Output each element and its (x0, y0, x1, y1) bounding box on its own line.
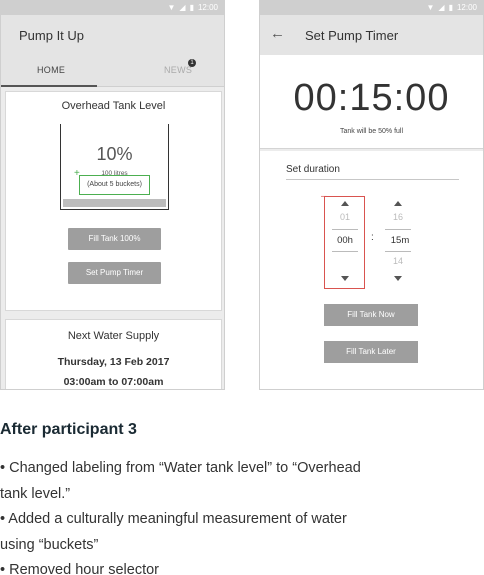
supply-time: 03:00am to 07:00am (63, 376, 164, 388)
app-bar: Pump It Up (1, 15, 224, 55)
water-supply-card: Next Water Supply Thursday, 13 Feb 2017 … (5, 319, 222, 389)
battery-icon: ▮ (189, 3, 194, 12)
tank-percent: 10% (96, 144, 133, 164)
screen-title: Set Pump Timer (305, 28, 399, 43)
status-time: 12:00 (456, 3, 477, 12)
fill-tank-later-button[interactable]: Fill Tank Later (324, 341, 418, 363)
minute-up-icon[interactable] (394, 201, 402, 206)
battery-icon: ▮ (448, 3, 453, 12)
duration-section: Set duration – 01 00h : 16 15m 14 Fill T… (260, 151, 483, 389)
timer-value: 00:15:00 (293, 77, 450, 119)
hour-value[interactable]: 00h (330, 235, 360, 246)
status-bar: ▼ ◢ ▮ 12:00 (260, 1, 483, 15)
minute-prev: 16 (392, 212, 403, 222)
tank-fill (63, 199, 166, 207)
divider (286, 179, 459, 180)
hour-line-bottom (332, 251, 358, 252)
time-separator: : (371, 232, 374, 243)
timer-note: Tank will be 50% full (339, 128, 404, 135)
wifi-icon: ▼ (167, 3, 176, 12)
hour-up-icon[interactable] (341, 201, 349, 206)
fill-tank-now-button[interactable]: Fill Tank Now (324, 304, 418, 326)
minute-down-icon[interactable] (394, 276, 402, 281)
timer-display: 00:15:00 Tank will be 50% full (260, 55, 483, 149)
supply-card-title: Next Water Supply (67, 330, 160, 342)
minute-line-bottom (385, 251, 411, 252)
tank-level-card: Overhead Tank Level 10% 100 litres + (Ab… (5, 91, 222, 311)
minute-next: 14 (392, 256, 403, 266)
tab-bar: HOME NEWS 1 (1, 55, 224, 87)
timer-screen-mockup: ▼ ◢ ▮ 12:00 ← Set Pump Timer 00:15:00 Ta… (259, 0, 484, 390)
tank-graphic: 10% 100 litres + (About 5 buckets) (60, 124, 169, 210)
fill-tank-button[interactable]: Fill Tank 100% (68, 228, 161, 250)
caption-bullet: • Added a culturally meaningful measurem… (0, 511, 351, 553)
tab-news[interactable]: NEWS (164, 65, 192, 75)
arrow-left-icon[interactable]: ← (270, 25, 285, 42)
tank-card-title: Overhead Tank Level (61, 100, 166, 112)
hour-prev: 01 (339, 212, 350, 222)
tab-active-indicator (1, 85, 97, 87)
wifi-icon: ▼ (426, 3, 435, 12)
minute-value[interactable]: 15m (385, 235, 415, 246)
tank-buckets-label: (About 5 buckets) (79, 175, 150, 195)
duration-label: Set duration (286, 164, 340, 175)
app-bar: ← Set Pump Timer (260, 15, 483, 55)
app-title: Pump It Up (19, 28, 85, 43)
news-badge: 1 (188, 59, 196, 67)
set-pump-timer-button[interactable]: Set Pump Timer (68, 262, 161, 284)
supply-date: Thursday, 13 Feb 2017 (57, 356, 170, 368)
home-screen-mockup: ▼ ◢ ▮ 12:00 Pump It Up HOME NEWS 1 Overh… (0, 0, 225, 390)
hour-down-icon[interactable] (341, 276, 349, 281)
signal-icon: ◢ (438, 3, 445, 12)
caption-bullets: • Changed labeling from “Water tank leve… (0, 456, 380, 575)
caption-bullet: • Changed labeling from “Water tank leve… (0, 460, 365, 502)
status-time: 12:00 (197, 3, 218, 12)
status-bar: ▼ ◢ ▮ 12:00 (1, 1, 224, 15)
caption-title: After participant 3 (0, 421, 137, 438)
caption-bullet: • Removed hour selector (0, 562, 160, 575)
hour-line-top (332, 229, 358, 230)
minute-line-top (385, 229, 411, 230)
tab-home[interactable]: HOME (37, 65, 65, 75)
signal-icon: ◢ (179, 3, 186, 12)
